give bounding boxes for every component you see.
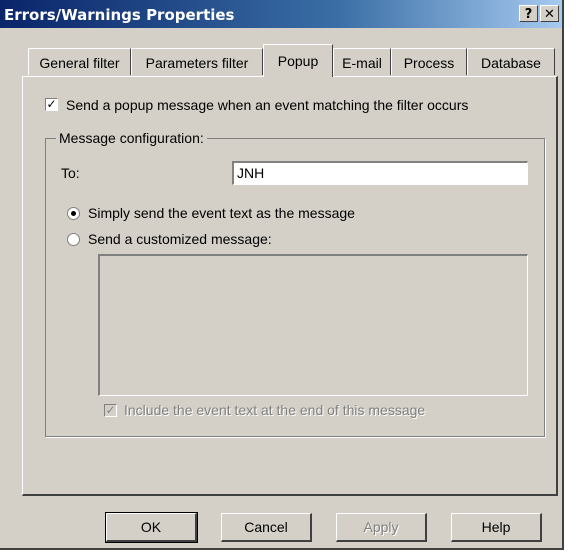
radio-selected-dot bbox=[71, 211, 76, 216]
ok-button[interactable]: OK bbox=[105, 512, 198, 543]
help-button[interactable]: Help bbox=[451, 513, 542, 542]
tab-general-filter[interactable]: General filter bbox=[28, 48, 131, 75]
cancel-button[interactable]: Cancel bbox=[221, 513, 312, 542]
tab-label: Database bbox=[481, 55, 541, 71]
help-title-button[interactable]: ? bbox=[519, 5, 538, 22]
tab-label: Parameters filter bbox=[145, 55, 249, 71]
custom-message-label: Send a customized message: bbox=[88, 231, 272, 247]
simple-message-radio[interactable] bbox=[67, 207, 80, 220]
to-input[interactable]: JNH bbox=[232, 161, 528, 185]
send-popup-checkbox[interactable]: ✓ bbox=[45, 98, 58, 111]
tab-label: E-mail bbox=[342, 55, 382, 71]
tab-database[interactable]: Database bbox=[467, 48, 555, 75]
message-configuration-title: Message configuration: bbox=[56, 130, 207, 146]
tab-parameters-filter[interactable]: Parameters filter bbox=[131, 48, 263, 75]
include-event-checkbox[interactable]: ✓ bbox=[104, 404, 117, 417]
apply-button[interactable]: Apply bbox=[336, 513, 427, 542]
tab-label: General filter bbox=[39, 55, 120, 71]
custom-message-radio[interactable] bbox=[67, 233, 80, 246]
tab-popup[interactable]: Popup bbox=[263, 44, 333, 77]
tab-email[interactable]: E-mail bbox=[333, 48, 391, 75]
to-label: To: bbox=[61, 165, 80, 181]
custom-message-textarea[interactable] bbox=[98, 254, 528, 396]
tab-label: Process bbox=[403, 55, 455, 71]
window-title: Errors/Warnings Properties bbox=[4, 6, 235, 24]
properties-dialog: Errors/Warnings Properties ? ✕ General f… bbox=[0, 0, 564, 550]
tab-label: Popup bbox=[277, 53, 319, 69]
simple-message-label: Simply send the event text as the messag… bbox=[88, 205, 355, 221]
title-bar[interactable]: Errors/Warnings Properties ? ✕ bbox=[0, 0, 562, 28]
include-event-label: Include the event text at the end of thi… bbox=[124, 402, 426, 418]
send-popup-label: Send a popup message when an event match… bbox=[66, 97, 469, 113]
close-button[interactable]: ✕ bbox=[540, 5, 559, 22]
tab-process[interactable]: Process bbox=[391, 48, 467, 75]
